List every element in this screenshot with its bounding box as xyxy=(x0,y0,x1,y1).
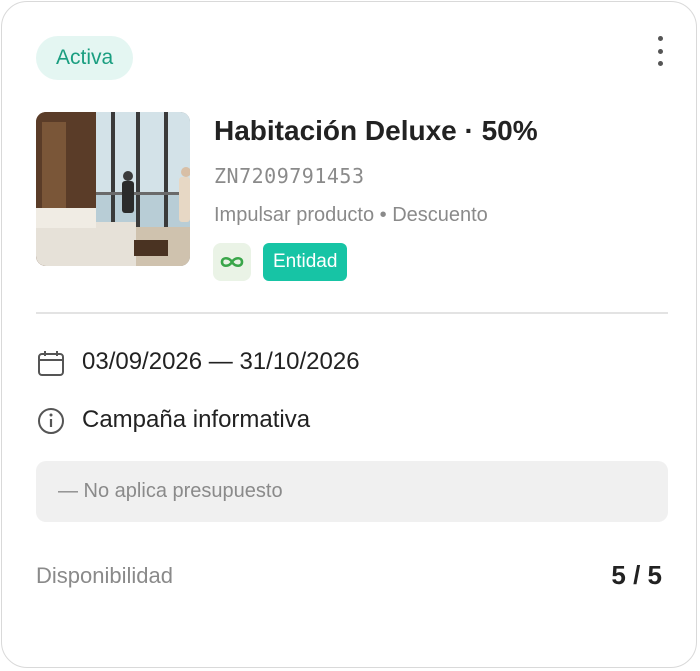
product-thumbnail xyxy=(36,112,190,266)
campaign-card: Activa Habitación Deluxe · 50% ZN7209791… xyxy=(1,1,697,668)
info-icon xyxy=(36,406,66,436)
campaign-type: Campaña informativa xyxy=(82,406,311,433)
date-range: 03/09/2026 — 31/10/2026 xyxy=(82,348,360,375)
more-vertical-icon[interactable] xyxy=(650,36,670,66)
divider xyxy=(36,312,668,314)
campaign-subtitle: Impulsar producto • Descuento xyxy=(214,204,488,226)
availability-label: Disponibilidad xyxy=(36,563,173,588)
budget-box: — No aplica presupuesto xyxy=(36,461,668,522)
calendar-icon xyxy=(36,348,66,378)
infinity-icon xyxy=(213,243,251,281)
status-badge: Activa xyxy=(36,36,134,80)
entity-chip: Entidad xyxy=(263,243,348,281)
budget-note: — No aplica presupuesto xyxy=(58,480,283,502)
product-title: Habitación Deluxe · 50% xyxy=(214,115,538,146)
availability-value: 5 / 5 xyxy=(611,560,662,590)
product-code: ZN7209791453 xyxy=(214,164,365,188)
